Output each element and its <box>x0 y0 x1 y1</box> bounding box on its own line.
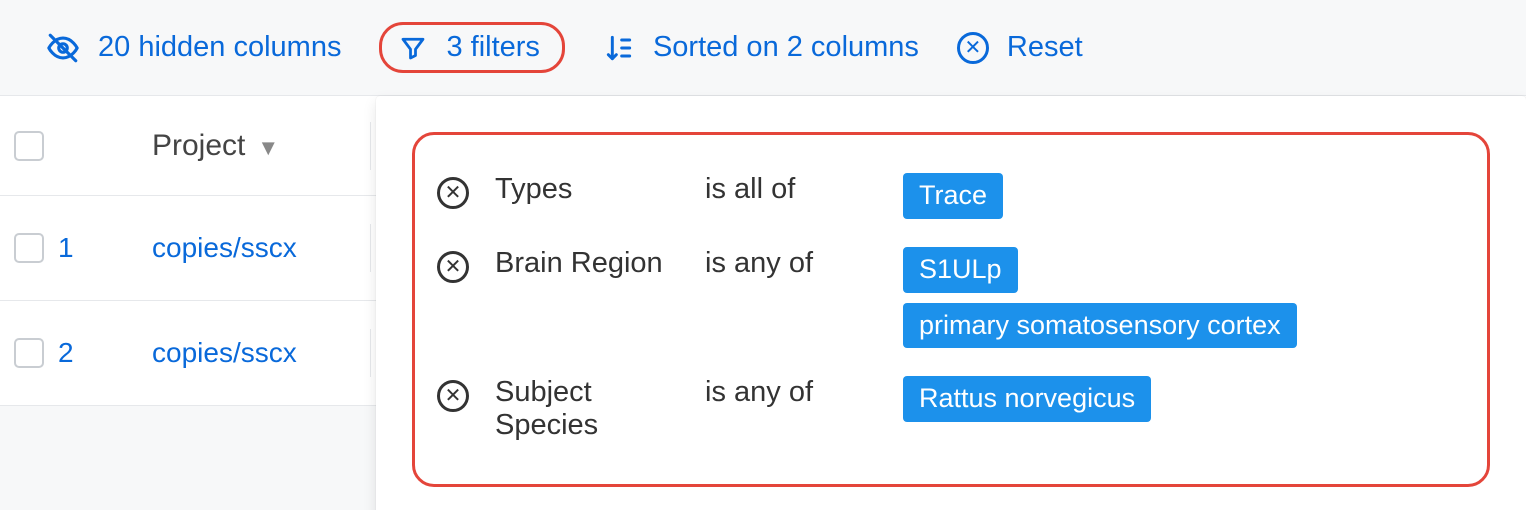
reset-label: Reset <box>1007 31 1083 64</box>
project-link[interactable]: copies/sscx <box>152 232 297 263</box>
column-header-project[interactable]: Project ▼ <box>152 129 279 163</box>
filters-popover-highlight: ✕ Types is all of Trace ✕ Brain Region i… <box>412 132 1490 487</box>
row-checkbox[interactable] <box>14 233 44 263</box>
column-divider <box>370 122 371 170</box>
filters-label: 3 filters <box>446 31 539 64</box>
row-checkbox[interactable] <box>14 338 44 368</box>
close-circle-icon: ✕ <box>957 32 989 64</box>
column-header-project-label: Project <box>152 129 245 163</box>
filters-button[interactable]: 3 filters <box>379 22 564 73</box>
filter-tag[interactable]: Trace <box>903 173 1003 219</box>
toolbar: 20 hidden columns 3 filters Sorted on 2 … <box>0 0 1526 95</box>
filter-row: ✕ Brain Region is any of S1ULp primary s… <box>437 233 1459 363</box>
filter-row: ✕ Types is all of Trace <box>437 159 1459 233</box>
filter-operator[interactable]: is all of <box>705 173 899 206</box>
remove-filter-icon[interactable]: ✕ <box>437 380 469 412</box>
filter-icon <box>398 33 428 63</box>
reset-button[interactable]: ✕ Reset <box>957 31 1083 64</box>
eye-off-icon <box>46 31 80 65</box>
row-number: 1 <box>58 232 152 264</box>
filter-tags: Trace <box>903 173 1003 219</box>
filters-popover: ✕ Types is all of Trace ✕ Brain Region i… <box>376 96 1526 510</box>
filter-operator[interactable]: is any of <box>705 376 899 409</box>
filter-tag[interactable]: primary somatosensory cortex <box>903 303 1297 349</box>
filter-row: ✕ Subject Species is any of Rattus norve… <box>437 362 1459 456</box>
sorted-button[interactable]: Sorted on 2 columns <box>603 31 919 64</box>
filter-field[interactable]: Brain Region <box>483 247 701 280</box>
column-divider <box>370 329 371 377</box>
filter-tags: S1ULp primary somatosensory cortex <box>903 247 1323 349</box>
column-divider <box>370 224 371 272</box>
select-all-checkbox[interactable] <box>14 131 44 161</box>
remove-filter-icon[interactable]: ✕ <box>437 177 469 209</box>
row-number: 2 <box>58 337 152 369</box>
filter-tags: Rattus norvegicus <box>903 376 1151 422</box>
sort-caret-icon: ▼ <box>257 135 279 161</box>
project-link[interactable]: copies/sscx <box>152 337 297 368</box>
hidden-columns-button[interactable]: 20 hidden columns <box>46 31 341 65</box>
hidden-columns-label: 20 hidden columns <box>98 31 341 64</box>
filter-tag[interactable]: S1ULp <box>903 247 1018 293</box>
filter-field[interactable]: Types <box>483 173 701 206</box>
sort-az-icon <box>603 32 635 64</box>
filter-operator[interactable]: is any of <box>705 247 899 280</box>
remove-filter-icon[interactable]: ✕ <box>437 251 469 283</box>
sorted-label: Sorted on 2 columns <box>653 31 919 64</box>
filter-field[interactable]: Subject Species <box>483 376 701 442</box>
filter-tag[interactable]: Rattus norvegicus <box>903 376 1151 422</box>
